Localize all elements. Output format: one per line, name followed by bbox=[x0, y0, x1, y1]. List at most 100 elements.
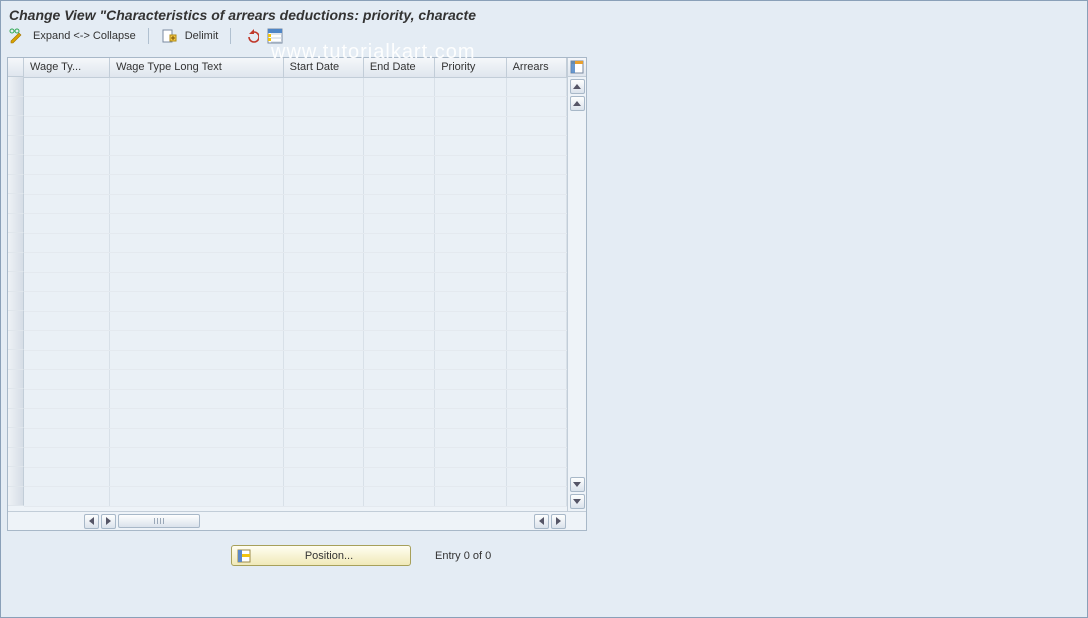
row-marker[interactable] bbox=[8, 292, 24, 312]
undo-button[interactable] bbox=[241, 27, 261, 45]
table-cell[interactable] bbox=[506, 233, 566, 253]
table-cell[interactable] bbox=[506, 97, 566, 117]
table-cell[interactable] bbox=[283, 77, 363, 97]
table-cell[interactable] bbox=[506, 487, 566, 507]
configure-columns-button[interactable] bbox=[568, 58, 586, 77]
table-cell[interactable] bbox=[506, 350, 566, 370]
table-cell[interactable] bbox=[110, 311, 284, 331]
scroll-left-button[interactable] bbox=[84, 514, 99, 529]
table-cell[interactable] bbox=[363, 175, 434, 195]
select-all-button[interactable] bbox=[265, 27, 285, 45]
table-cell[interactable] bbox=[363, 487, 434, 507]
table-cell[interactable] bbox=[506, 175, 566, 195]
horizontal-scrollbar[interactable] bbox=[8, 511, 586, 530]
table-cell[interactable] bbox=[363, 97, 434, 117]
table-cell[interactable] bbox=[24, 97, 110, 117]
table-cell[interactable] bbox=[363, 428, 434, 448]
table-cell[interactable] bbox=[506, 77, 566, 97]
table-cell[interactable] bbox=[435, 389, 506, 409]
table-cell[interactable] bbox=[435, 233, 506, 253]
table-cell[interactable] bbox=[506, 409, 566, 429]
table-cell[interactable] bbox=[435, 175, 506, 195]
row-marker[interactable] bbox=[8, 350, 24, 370]
table-cell[interactable] bbox=[110, 136, 284, 156]
table-cell[interactable] bbox=[363, 292, 434, 312]
table-cell[interactable] bbox=[435, 487, 506, 507]
table-cell[interactable] bbox=[283, 448, 363, 468]
table-cell[interactable] bbox=[24, 331, 110, 351]
table-cell[interactable] bbox=[363, 214, 434, 234]
row-marker[interactable] bbox=[8, 487, 24, 507]
table-cell[interactable] bbox=[435, 428, 506, 448]
table-cell[interactable] bbox=[24, 467, 110, 487]
table-cell[interactable] bbox=[110, 292, 284, 312]
table-cell[interactable] bbox=[363, 370, 434, 390]
table-cell[interactable] bbox=[110, 487, 284, 507]
table-cell[interactable] bbox=[283, 292, 363, 312]
table-cell[interactable] bbox=[24, 311, 110, 331]
table-cell[interactable] bbox=[110, 272, 284, 292]
row-marker[interactable] bbox=[8, 233, 24, 253]
table-cell[interactable] bbox=[363, 155, 434, 175]
row-marker[interactable] bbox=[8, 428, 24, 448]
row-marker[interactable] bbox=[8, 370, 24, 390]
table-cell[interactable] bbox=[110, 155, 284, 175]
table-cell[interactable] bbox=[283, 428, 363, 448]
table-cell[interactable] bbox=[506, 331, 566, 351]
table-cell[interactable] bbox=[506, 194, 566, 214]
table-cell[interactable] bbox=[24, 77, 110, 97]
table-cell[interactable] bbox=[435, 467, 506, 487]
column-header[interactable]: Wage Type Long Text bbox=[110, 58, 284, 77]
table-cell[interactable] bbox=[283, 409, 363, 429]
table-cell[interactable] bbox=[283, 233, 363, 253]
table-cell[interactable] bbox=[363, 233, 434, 253]
delimit-button[interactable]: Delimit bbox=[183, 29, 221, 43]
row-marker[interactable] bbox=[8, 311, 24, 331]
table-cell[interactable] bbox=[283, 370, 363, 390]
table-cell[interactable] bbox=[435, 448, 506, 468]
table-cell[interactable] bbox=[363, 409, 434, 429]
row-marker[interactable] bbox=[8, 214, 24, 234]
table-cell[interactable] bbox=[283, 331, 363, 351]
row-marker[interactable] bbox=[8, 155, 24, 175]
row-marker[interactable] bbox=[8, 389, 24, 409]
table-cell[interactable] bbox=[506, 272, 566, 292]
table-cell[interactable] bbox=[283, 214, 363, 234]
scroll-top-button[interactable] bbox=[570, 79, 585, 94]
expand-collapse-button[interactable]: Expand <-> Collapse bbox=[31, 29, 138, 43]
row-marker[interactable] bbox=[8, 194, 24, 214]
row-marker[interactable] bbox=[8, 97, 24, 117]
table-cell[interactable] bbox=[283, 155, 363, 175]
table-cell[interactable] bbox=[363, 389, 434, 409]
table-cell[interactable] bbox=[435, 370, 506, 390]
table-cell[interactable] bbox=[283, 311, 363, 331]
table-cell[interactable] bbox=[363, 194, 434, 214]
table-cell[interactable] bbox=[435, 331, 506, 351]
table-cell[interactable] bbox=[283, 97, 363, 117]
other-view-button[interactable] bbox=[7, 27, 27, 45]
table-cell[interactable] bbox=[363, 272, 434, 292]
row-marker[interactable] bbox=[8, 253, 24, 273]
table-cell[interactable] bbox=[435, 155, 506, 175]
scroll-thumb[interactable] bbox=[118, 514, 200, 528]
row-marker[interactable] bbox=[8, 272, 24, 292]
table-cell[interactable] bbox=[435, 214, 506, 234]
table-cell[interactable] bbox=[283, 194, 363, 214]
row-marker[interactable] bbox=[8, 448, 24, 468]
row-marker[interactable] bbox=[8, 331, 24, 351]
table-cell[interactable] bbox=[506, 214, 566, 234]
table-cell[interactable] bbox=[110, 350, 284, 370]
row-marker[interactable] bbox=[8, 77, 24, 97]
table-cell[interactable] bbox=[435, 272, 506, 292]
table-cell[interactable] bbox=[24, 428, 110, 448]
table-cell[interactable] bbox=[435, 253, 506, 273]
table-cell[interactable] bbox=[110, 389, 284, 409]
table-cell[interactable] bbox=[283, 272, 363, 292]
table-cell[interactable] bbox=[435, 311, 506, 331]
table-cell[interactable] bbox=[363, 136, 434, 156]
table-cell[interactable] bbox=[24, 350, 110, 370]
table-cell[interactable] bbox=[283, 253, 363, 273]
table-cell[interactable] bbox=[435, 350, 506, 370]
table-cell[interactable] bbox=[363, 467, 434, 487]
row-marker[interactable] bbox=[8, 175, 24, 195]
